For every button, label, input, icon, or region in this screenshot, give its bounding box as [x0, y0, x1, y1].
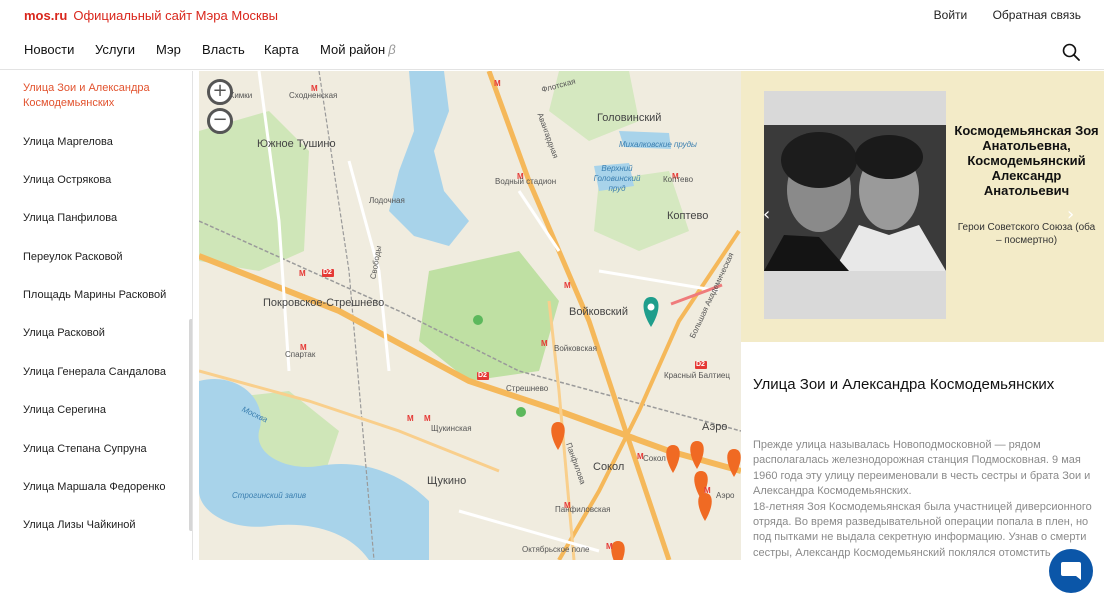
map-label: Спартак: [285, 350, 316, 359]
login-link[interactable]: Войти: [934, 8, 968, 22]
street-title: Улица Зои и Александра Космодемьянских: [753, 376, 1055, 393]
feedback-link[interactable]: Обратная связь: [993, 8, 1081, 22]
street-list-item[interactable]: Улица Расковой: [23, 326, 183, 341]
map-label: Сокол: [593, 461, 625, 473]
street-marker: [611, 541, 625, 560]
metro-icon: M: [564, 281, 571, 290]
street-marker: [690, 441, 704, 469]
map-label: Коптево: [667, 210, 709, 222]
map[interactable]: M M M M M M M M M M M M M M D2 D2 D2 Схо…: [199, 71, 741, 560]
street-list-item[interactable]: Улица Маршала Федоренко: [23, 480, 183, 495]
street-paragraph: Прежде улица называлась Новоподмосковной…: [753, 439, 1091, 498]
hero-subtitle: Герои Советского Союза (оба – посмертно): [957, 222, 1096, 246]
map-park: [199, 111, 309, 271]
nav-item-map[interactable]: Карта: [264, 42, 299, 57]
map-label: Войковский: [569, 306, 628, 318]
zoom-in-button[interactable]: +: [207, 79, 233, 105]
metro-icon: M: [494, 79, 501, 88]
street-list-item[interactable]: Переулок Расковой: [23, 250, 183, 265]
chat-button[interactable]: [1049, 549, 1093, 593]
map-label: Аэро: [702, 421, 728, 433]
nav-item-mayor[interactable]: Мэр: [156, 42, 181, 57]
street-list-item[interactable]: Площадь Марины Расковой: [23, 288, 183, 303]
street-info: Улица Зои и Александра Космодемьянских П…: [741, 342, 1104, 560]
map-label: Лодочная: [369, 196, 405, 205]
map-label: Щукино: [427, 475, 467, 487]
street-list-item[interactable]: Улица Острякова: [23, 173, 183, 188]
street-list-item[interactable]: Улица Маргелова: [23, 135, 183, 150]
beta-badge: β: [388, 42, 396, 57]
metro-icon: M: [424, 414, 431, 423]
street-paragraph: 18-летняя Зоя Космодемьянская была участ…: [753, 500, 1092, 559]
nav-item-services[interactable]: Услуги: [95, 42, 135, 57]
d2-label: D2: [323, 269, 332, 276]
metro-icon: M: [407, 414, 414, 423]
map-label: Панфиловская: [555, 505, 611, 514]
map-water: [389, 71, 469, 246]
hero-card: ‹ › Космодемьянская Зоя Анатольевна, Кос…: [741, 71, 1104, 342]
map-park: [419, 251, 559, 381]
map-label: Строгинский залив: [232, 491, 307, 500]
park-icon: [473, 315, 483, 325]
map-label: Стрешнево: [506, 384, 549, 393]
nav-item-news[interactable]: Новости: [24, 42, 74, 57]
map-label: Михалковские пруды: [619, 140, 697, 149]
brand-tagline[interactable]: Официальный сайт Мэра Москвы: [73, 8, 278, 23]
search-icon[interactable]: [1062, 43, 1080, 61]
street-list-item[interactable]: Улица Панфилова: [23, 211, 183, 226]
hero-photo-image: [764, 125, 946, 271]
map-label: Южное Тушино: [257, 138, 336, 150]
hero-name: Космодемьянская Зоя Анатольевна, Космоде…: [954, 123, 1099, 198]
map-label: Октябрьское поле: [522, 545, 590, 554]
brand-logo[interactable]: mos.ru: [24, 8, 67, 23]
map-label: Головинский: [597, 112, 662, 124]
d2-label: D2: [478, 372, 487, 379]
street-list-item[interactable]: Улица Степана Супруна: [23, 442, 183, 457]
metro-icon: M: [299, 269, 306, 278]
nav-item-government[interactable]: Власть: [202, 42, 245, 57]
street-marker: [666, 445, 680, 473]
map-label: Верхний Головинский пруд: [593, 164, 641, 193]
sidebar-scrollbar[interactable]: [189, 319, 192, 531]
chat-icon: [1061, 562, 1081, 580]
top-links: Войти Обратная связь: [912, 8, 1081, 22]
map-label: Водный стадион: [495, 177, 557, 186]
map-label: Сокол: [643, 454, 666, 463]
map-label: Войковская: [554, 344, 597, 353]
map-road: [598, 269, 720, 293]
chevron-left-icon[interactable]: ‹: [763, 204, 770, 225]
main-nav: Новости Услуги Мэр Власть Карта Мой райо…: [0, 30, 1104, 70]
nav-item-my-district[interactable]: Мой район β: [320, 42, 396, 57]
street-list-item[interactable]: Улица Лизы Чайкиной: [23, 518, 183, 533]
brand[interactable]: mos.ru Официальный сайт Мэра Москвы: [24, 8, 278, 23]
street-list-item[interactable]: Улица Зои и Александра Космодемьянских: [23, 81, 183, 111]
map-label: Коптево: [663, 175, 694, 184]
map-label: Покровское-Стрешнево: [263, 297, 385, 309]
street-description: Прежде улица называлась Новоподмосковной…: [753, 438, 1093, 560]
top-bar: mos.ru Официальный сайт Мэра Москвы Войти…: [0, 0, 1104, 30]
selected-street-marker: [643, 297, 659, 327]
map-label: Красный Балтиец: [664, 371, 730, 380]
metro-icon: M: [541, 339, 548, 348]
street-list-item[interactable]: Улица Серегина: [23, 403, 183, 418]
zoom-out-button[interactable]: −: [207, 108, 233, 134]
park-icon: [516, 407, 526, 417]
hero-photo: [764, 91, 946, 319]
map-label: Щукинская: [431, 424, 472, 433]
street-list-item[interactable]: Улица Генерала Сандалова: [23, 365, 183, 380]
nav-item-my-district-label: Мой район: [320, 42, 386, 57]
metro-icon: M: [704, 486, 711, 495]
street-marker: [698, 493, 712, 521]
map-label: Сходненская: [289, 91, 338, 100]
metro-icon: M: [606, 542, 613, 551]
map-label: Аэро: [716, 491, 735, 500]
street-list: Улица Зои и Александра Космодемьянских У…: [0, 71, 193, 560]
d2-label: D2: [696, 361, 705, 368]
